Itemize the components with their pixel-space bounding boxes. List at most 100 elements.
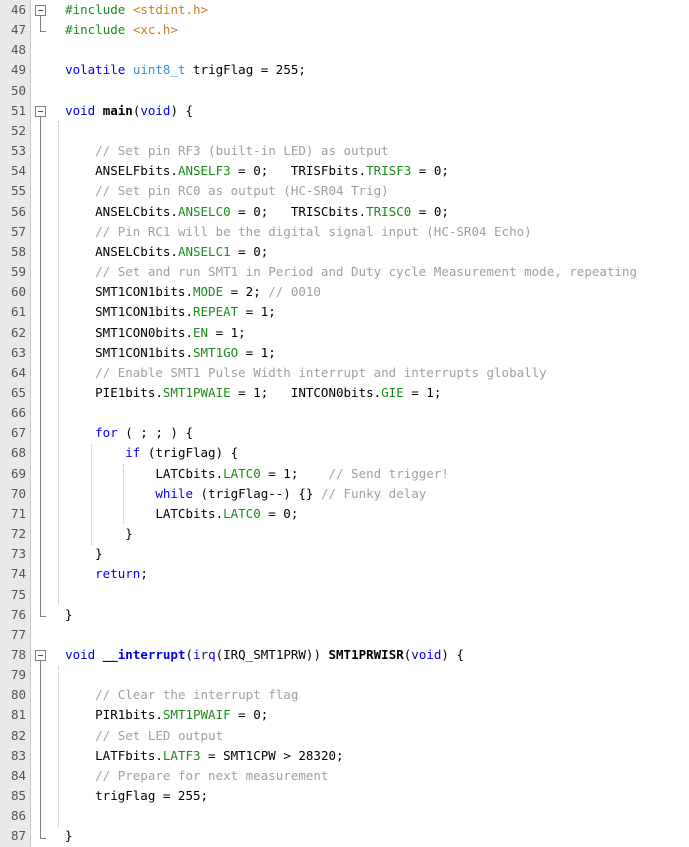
code-token: = 0;: [411, 203, 449, 219]
code-line[interactable]: // Set pin RC0 as output (HC-SR04 Trig): [50, 181, 689, 201]
code-token: LATC0: [223, 505, 261, 521]
code-token: = 1;: [403, 384, 442, 400]
line-number: 86: [10, 808, 26, 824]
code-token: LATCbits.: [50, 505, 224, 521]
code-token: ANSELC0: [177, 203, 231, 219]
code-line[interactable]: // Prepare for next measurement: [50, 766, 689, 786]
code-line[interactable]: volatile uint8_t trigFlag = 255;: [50, 60, 689, 80]
code-token: ANSELCbits.: [50, 203, 178, 219]
line-number-gutter[interactable]: 46 47 48 49 50 51 52 53 54 55 56 57 58 59 60 61 62 63 64 65…: [0, 0, 31, 847]
code-line[interactable]: [50, 585, 689, 605]
code-token: SMT1PRWISR: [328, 647, 404, 662]
code-token: LATCbits.: [50, 465, 224, 481]
code-folding-column[interactable]: [32, 0, 50, 847]
code-line[interactable]: void __interrupt(irq(IRQ_SMT1PRW)) SMT1P…: [50, 645, 689, 665]
code-token: #include: [65, 2, 126, 17]
code-token: REPEAT: [193, 304, 239, 320]
line-number: 71: [10, 505, 26, 521]
code-line[interactable]: }: [50, 544, 689, 564]
code-line[interactable]: ANSELFbits.ANSELF3 = 0; TRISFbits.TRISF3…: [50, 161, 689, 181]
code-line[interactable]: while (trigFlag--) {} // Funky delay: [50, 484, 689, 504]
code-line[interactable]: LATFbits.LATF3 = SMT1CPW > 28320;: [50, 746, 689, 766]
code-line[interactable]: ANSELCbits.ANSELC0 = 0; TRISCbits.TRISC0…: [50, 202, 689, 222]
code-line[interactable]: }: [50, 524, 689, 544]
code-line[interactable]: #include <xc.h>: [50, 20, 689, 40]
code-line[interactable]: [50, 403, 689, 423]
fold-collapse-icon[interactable]: [35, 650, 46, 662]
code-token: SMT1CON1bits.: [50, 344, 193, 360]
fold-collapse-icon[interactable]: [35, 105, 46, 117]
code-token: trigFlag = 255;: [185, 62, 306, 78]
code-line[interactable]: return;: [50, 564, 689, 584]
line-number: 59: [10, 264, 26, 280]
line-number: 74: [10, 566, 26, 582]
code-line[interactable]: // Enable SMT1 Pulse Width interrupt and…: [50, 363, 689, 383]
code-line[interactable]: #include <stdint.h>: [50, 0, 689, 20]
code-line[interactable]: void main(void) {: [50, 101, 689, 121]
code-line[interactable]: // Clear the interrupt flag: [50, 685, 689, 705]
line-number: 77: [10, 626, 26, 642]
code-token: ;: [140, 566, 148, 582]
code-line[interactable]: [50, 625, 689, 645]
code-line[interactable]: // Set LED output: [50, 726, 689, 746]
code-token: = 0;: [230, 707, 269, 723]
code-line[interactable]: PIR1bits.SMT1PWAIF = 0;: [50, 705, 689, 725]
code-token: trigFlag = 255;: [50, 788, 209, 804]
code-line[interactable]: }: [50, 826, 689, 846]
code-line[interactable]: [50, 121, 689, 141]
code-line[interactable]: // Set pin RF3 (built-in LED) as output: [50, 141, 689, 161]
code-line[interactable]: LATCbits.LATC0 = 0;: [50, 504, 689, 524]
code-token: // Set pin RC0 as output (HC-SR04 Trig): [95, 183, 389, 199]
code-token: = 0; TRISFbits.: [230, 163, 367, 179]
code-line[interactable]: PIE1bits.SMT1PWAIE = 1; INTCON0bits.GIE …: [50, 383, 689, 403]
line-number: 69: [10, 465, 26, 481]
code-line[interactable]: [50, 81, 689, 101]
code-line[interactable]: SMT1CON1bits.SMT1GO = 1;: [50, 343, 689, 363]
code-line[interactable]: SMT1CON1bits.REPEAT = 1;: [50, 302, 689, 322]
code-line[interactable]: ANSELCbits.ANSELC1 = 0;: [50, 242, 689, 262]
line-number: 49: [10, 62, 26, 78]
fold-range-end-tick: [40, 616, 46, 618]
code-token: // Set LED output: [95, 727, 224, 743]
code-line[interactable]: SMT1CON0bits.EN = 1;: [50, 323, 689, 343]
line-number-list: 46 47 48 49 50 51 52 53 54 55 56 57 58 59 60 61 62 63 64 65…: [0, 0, 26, 847]
code-content-area[interactable]: #include <stdint.h> #include <xc.h> vola…: [50, 0, 689, 847]
code-token: SMT1CON0bits.: [50, 324, 193, 340]
line-number: 79: [10, 667, 26, 683]
line-number: 82: [10, 727, 26, 743]
code-token: // Set and run SMT1 in Period and Duty c…: [95, 264, 638, 280]
code-line[interactable]: }: [50, 605, 689, 625]
code-line[interactable]: [50, 665, 689, 685]
code-line[interactable]: LATCbits.LATC0 = 1; // Send trigger!: [50, 464, 689, 484]
code-token: <stdint.h>: [132, 2, 209, 17]
line-number: 51: [10, 102, 26, 118]
code-line[interactable]: [50, 806, 689, 826]
code-line[interactable]: if (trigFlag) {: [50, 443, 689, 463]
code-token: ANSELF3: [177, 163, 231, 179]
code-line[interactable]: trigFlag = 255;: [50, 786, 689, 806]
line-number: 81: [10, 707, 26, 723]
code-token: __interrupt: [102, 647, 186, 662]
code-token: LATC0: [223, 465, 261, 481]
code-token: ) {: [170, 102, 194, 118]
indent-guide: [58, 665, 60, 827]
indent-guide: [123, 463, 125, 525]
code-token: uint8_t: [132, 62, 186, 78]
code-line[interactable]: for ( ; ; ) {: [50, 423, 689, 443]
fold-collapse-icon[interactable]: [35, 5, 46, 16]
code-line[interactable]: // Pin RC1 will be the digital signal in…: [50, 222, 689, 242]
code-line[interactable]: SMT1CON1bits.MODE = 2; // 0010: [50, 282, 689, 302]
code-line[interactable]: [50, 40, 689, 60]
line-number: 57: [10, 223, 26, 239]
code-line[interactable]: // Set and run SMT1 in Period and Duty c…: [50, 262, 689, 282]
code-editor[interactable]: 46 47 48 49 50 51 52 53 54 55 56 57 58 59 60 61 62 63 64 65…: [0, 0, 689, 847]
line-number: 67: [10, 425, 26, 441]
